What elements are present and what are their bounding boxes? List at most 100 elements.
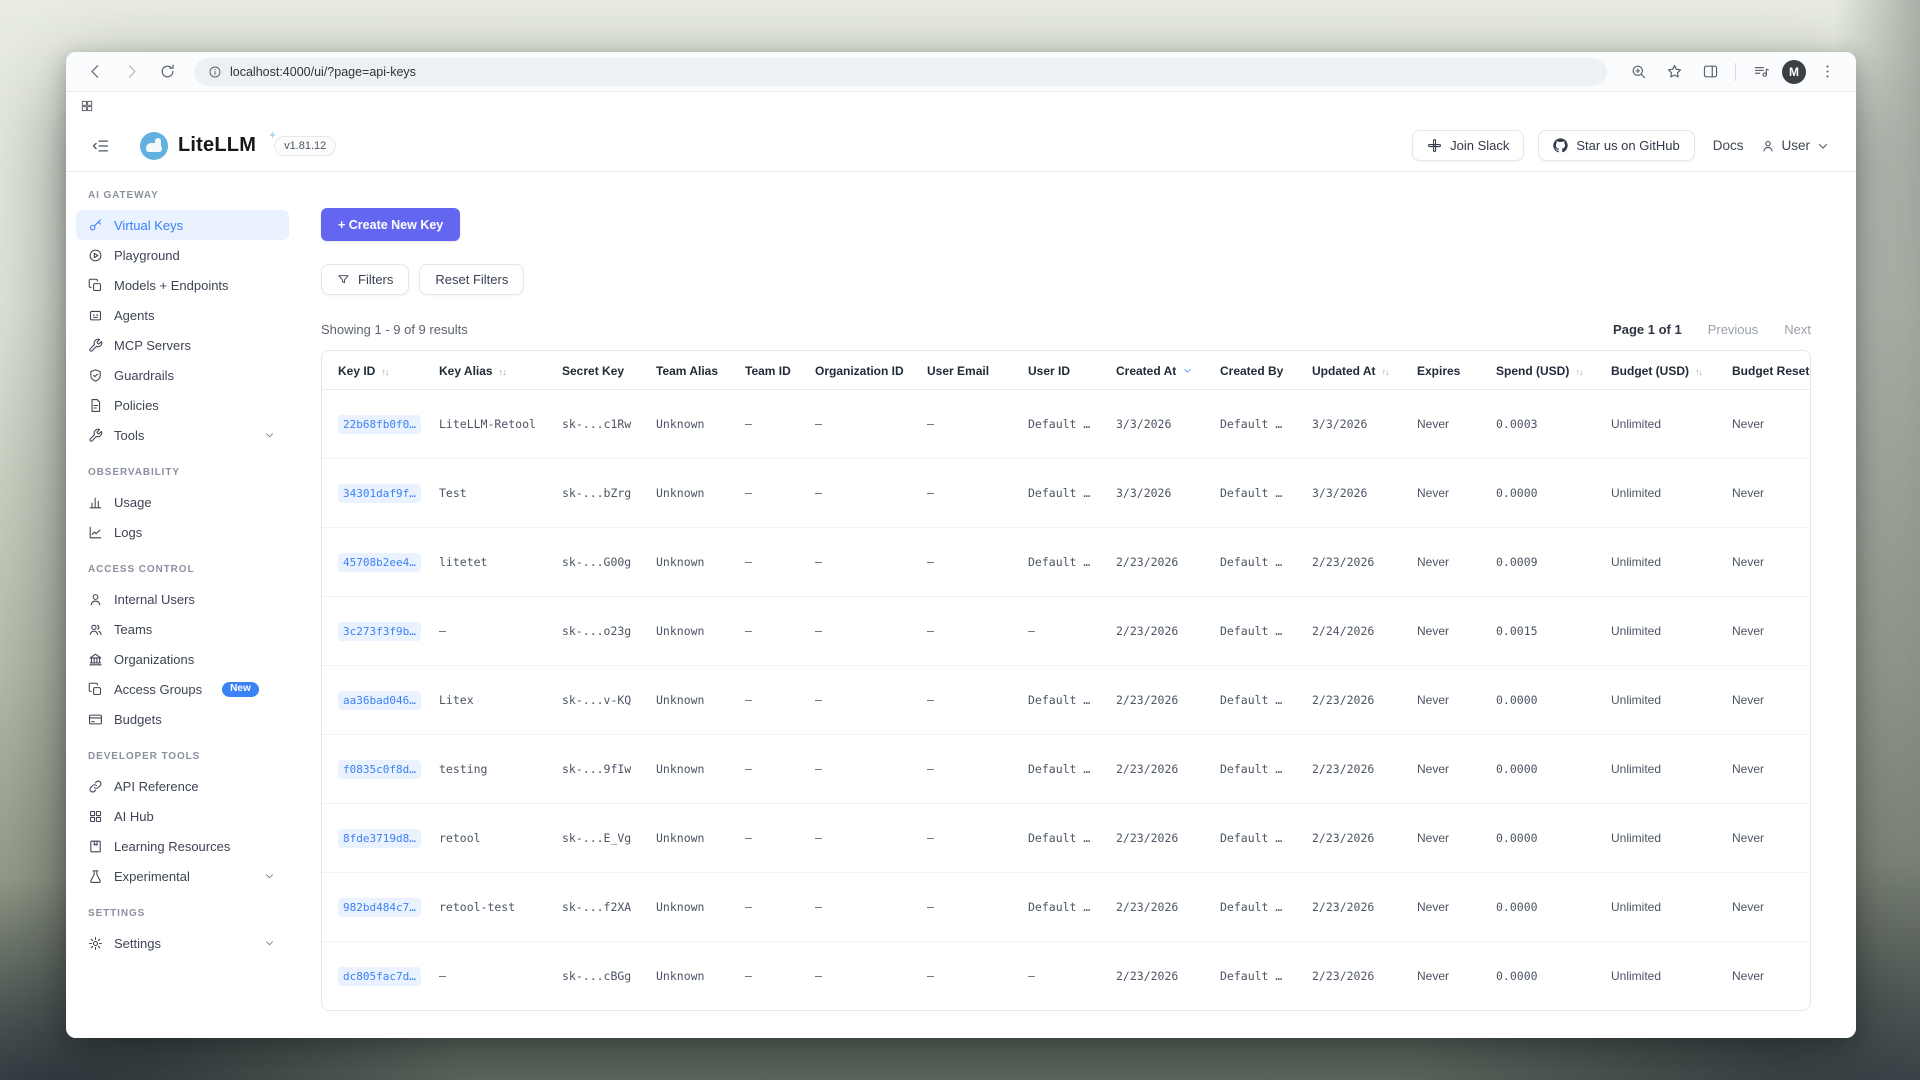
sidebar-item-label: MCP Servers bbox=[114, 338, 191, 353]
browser-menu-icon[interactable] bbox=[1812, 57, 1842, 87]
sidebar-section: ObservabilityUsageLogs bbox=[76, 467, 289, 547]
table-cell: retool bbox=[431, 804, 554, 873]
star-github-button[interactable]: Star us on GitHub bbox=[1538, 130, 1694, 161]
browser-url-bar[interactable]: localhost:4000/ui/?page=api-keys bbox=[194, 58, 1607, 86]
key-id-link[interactable]: 3c273f3f9b… bbox=[338, 622, 421, 641]
table-cell: Unlimited bbox=[1603, 528, 1724, 597]
sort-icon[interactable]: ↑↓ bbox=[1575, 367, 1582, 377]
sidebar-item-agents[interactable]: Agents bbox=[76, 300, 289, 330]
create-new-key-button[interactable]: + Create New Key bbox=[321, 208, 460, 241]
sidebar-item-experimental[interactable]: Experimental bbox=[76, 861, 289, 891]
table-cell: Never bbox=[1724, 597, 1811, 666]
column-header-budget-usd-[interactable]: Budget (USD)↑↓ bbox=[1603, 351, 1724, 390]
column-header-secret-key[interactable]: Secret Key bbox=[554, 351, 648, 390]
sidebar-item-logs[interactable]: Logs bbox=[76, 517, 289, 547]
sidebar-item-teams[interactable]: Teams bbox=[76, 614, 289, 644]
sidebar-item-internal-users[interactable]: Internal Users bbox=[76, 584, 289, 614]
column-header-expires[interactable]: Expires bbox=[1409, 351, 1488, 390]
key-id-link[interactable]: 982bd484c7… bbox=[338, 898, 421, 917]
table-cell: 2/23/2026 bbox=[1304, 666, 1409, 735]
bank-icon bbox=[88, 652, 103, 667]
sidebar-item-api-reference[interactable]: API Reference bbox=[76, 771, 289, 801]
bookmark-star-icon[interactable] bbox=[1659, 57, 1689, 87]
sort-desc-icon[interactable] bbox=[1182, 365, 1193, 376]
sidebar-item-virtual-keys[interactable]: Virtual Keys bbox=[76, 210, 289, 240]
browser-profile-avatar[interactable]: M bbox=[1782, 60, 1806, 84]
table-row: f0835c0f8d…testingsk-...9fIwUnknown–––De… bbox=[322, 735, 1811, 804]
key-id-link[interactable]: 8fde3719d8… bbox=[338, 829, 421, 848]
column-header-team-id[interactable]: Team ID bbox=[737, 351, 807, 390]
sidebar-item-label: Organizations bbox=[114, 652, 194, 667]
sidebar-item-label: Tools bbox=[114, 428, 144, 443]
table-cell: 2/23/2026 bbox=[1108, 804, 1212, 873]
browser-reload-icon[interactable] bbox=[152, 57, 182, 87]
browser-forward-icon[interactable] bbox=[116, 57, 146, 87]
user-menu[interactable]: User bbox=[1761, 138, 1830, 153]
filters-button[interactable]: Filters bbox=[321, 264, 409, 295]
sidebar-item-label: Experimental bbox=[114, 869, 190, 884]
key-id-link[interactable]: 34301daf9f… bbox=[338, 484, 421, 503]
sort-icon[interactable]: ↑↓ bbox=[499, 367, 506, 377]
sidebar-item-mcp-servers[interactable]: MCP Servers bbox=[76, 330, 289, 360]
sidebar-item-models-endpoints[interactable]: Models + Endpoints bbox=[76, 270, 289, 300]
column-header-created-at[interactable]: Created At bbox=[1108, 351, 1212, 390]
table-cell: 0.0000 bbox=[1488, 804, 1603, 873]
column-header-user-id[interactable]: User ID bbox=[1020, 351, 1108, 390]
table-cell: 3/3/2026 bbox=[1108, 390, 1212, 459]
key-id-link[interactable]: 45708b2ee4… bbox=[338, 553, 421, 572]
column-header-key-alias[interactable]: Key Alias↑↓ bbox=[431, 351, 554, 390]
sidebar-item-playground[interactable]: Playground bbox=[76, 240, 289, 270]
media-controls-icon[interactable] bbox=[1746, 57, 1776, 87]
column-header-user-email[interactable]: User Email bbox=[919, 351, 1020, 390]
next-page-button[interactable]: Next bbox=[1784, 322, 1811, 337]
sidebar-item-guardrails[interactable]: Guardrails bbox=[76, 360, 289, 390]
column-header-updated-at[interactable]: Updated At↑↓ bbox=[1304, 351, 1409, 390]
table-cell: Never bbox=[1724, 942, 1811, 1011]
column-header-created-by[interactable]: Created By bbox=[1212, 351, 1304, 390]
apps-grid-icon[interactable] bbox=[80, 99, 94, 113]
shield-icon bbox=[88, 368, 103, 383]
sort-icon[interactable]: ↑↓ bbox=[1695, 367, 1702, 377]
site-info-icon[interactable] bbox=[208, 65, 222, 79]
reset-filters-button[interactable]: Reset Filters bbox=[419, 264, 524, 295]
sidebar-item-organizations[interactable]: Organizations bbox=[76, 644, 289, 674]
column-header-key-id[interactable]: Key ID↑↓ bbox=[322, 351, 431, 390]
sidebar-item-tools[interactable]: Tools bbox=[76, 420, 289, 450]
sidebar-item-ai-hub[interactable]: AI Hub bbox=[76, 801, 289, 831]
table-cell: – bbox=[807, 528, 919, 597]
column-header-team-alias[interactable]: Team Alias bbox=[648, 351, 737, 390]
key-id-link[interactable]: f0835c0f8d… bbox=[338, 760, 421, 779]
sidebar-item-usage[interactable]: Usage bbox=[76, 487, 289, 517]
line-icon bbox=[88, 525, 103, 540]
column-header-budget-reset[interactable]: Budget Reset bbox=[1724, 351, 1811, 390]
table-cell: Unknown bbox=[648, 804, 737, 873]
sidebar-item-access-groups[interactable]: Access GroupsNew bbox=[76, 674, 289, 704]
grid-icon bbox=[88, 809, 103, 824]
user-icon bbox=[88, 592, 103, 607]
table-cell: – bbox=[737, 942, 807, 1011]
key-id-link[interactable]: aa36bad046… bbox=[338, 691, 421, 710]
sidebar-collapse-icon[interactable] bbox=[92, 137, 110, 155]
docs-link[interactable]: Docs bbox=[1709, 138, 1748, 153]
table-cell: – bbox=[737, 804, 807, 873]
table-cell: 0.0009 bbox=[1488, 528, 1603, 597]
column-header-organization-id[interactable]: Organization ID bbox=[807, 351, 919, 390]
column-header-spend-usd-[interactable]: Spend (USD)↑↓ bbox=[1488, 351, 1603, 390]
sort-icon[interactable]: ↑↓ bbox=[381, 367, 388, 377]
sidebar-item-policies[interactable]: Policies bbox=[76, 390, 289, 420]
join-slack-button[interactable]: Join Slack bbox=[1412, 130, 1524, 161]
sort-icon[interactable]: ↑↓ bbox=[1382, 367, 1389, 377]
zoom-icon[interactable] bbox=[1623, 57, 1653, 87]
side-panel-icon[interactable] bbox=[1695, 57, 1725, 87]
previous-page-button[interactable]: Previous bbox=[1708, 322, 1759, 337]
key-id-link[interactable]: 22b68fb0f0… bbox=[338, 415, 421, 434]
chevron-down-icon bbox=[1816, 139, 1830, 153]
user-menu-label: User bbox=[1781, 138, 1810, 153]
key-id-link[interactable]: dc805fac7d… bbox=[338, 967, 421, 986]
browser-back-icon[interactable] bbox=[80, 57, 110, 87]
sidebar-item-learning-resources[interactable]: Learning Resources bbox=[76, 831, 289, 861]
sidebar-item-budgets[interactable]: Budgets bbox=[76, 704, 289, 734]
sidebar-item-settings[interactable]: Settings bbox=[76, 928, 289, 958]
play-icon bbox=[88, 248, 103, 263]
table-cell: Default … bbox=[1212, 597, 1304, 666]
